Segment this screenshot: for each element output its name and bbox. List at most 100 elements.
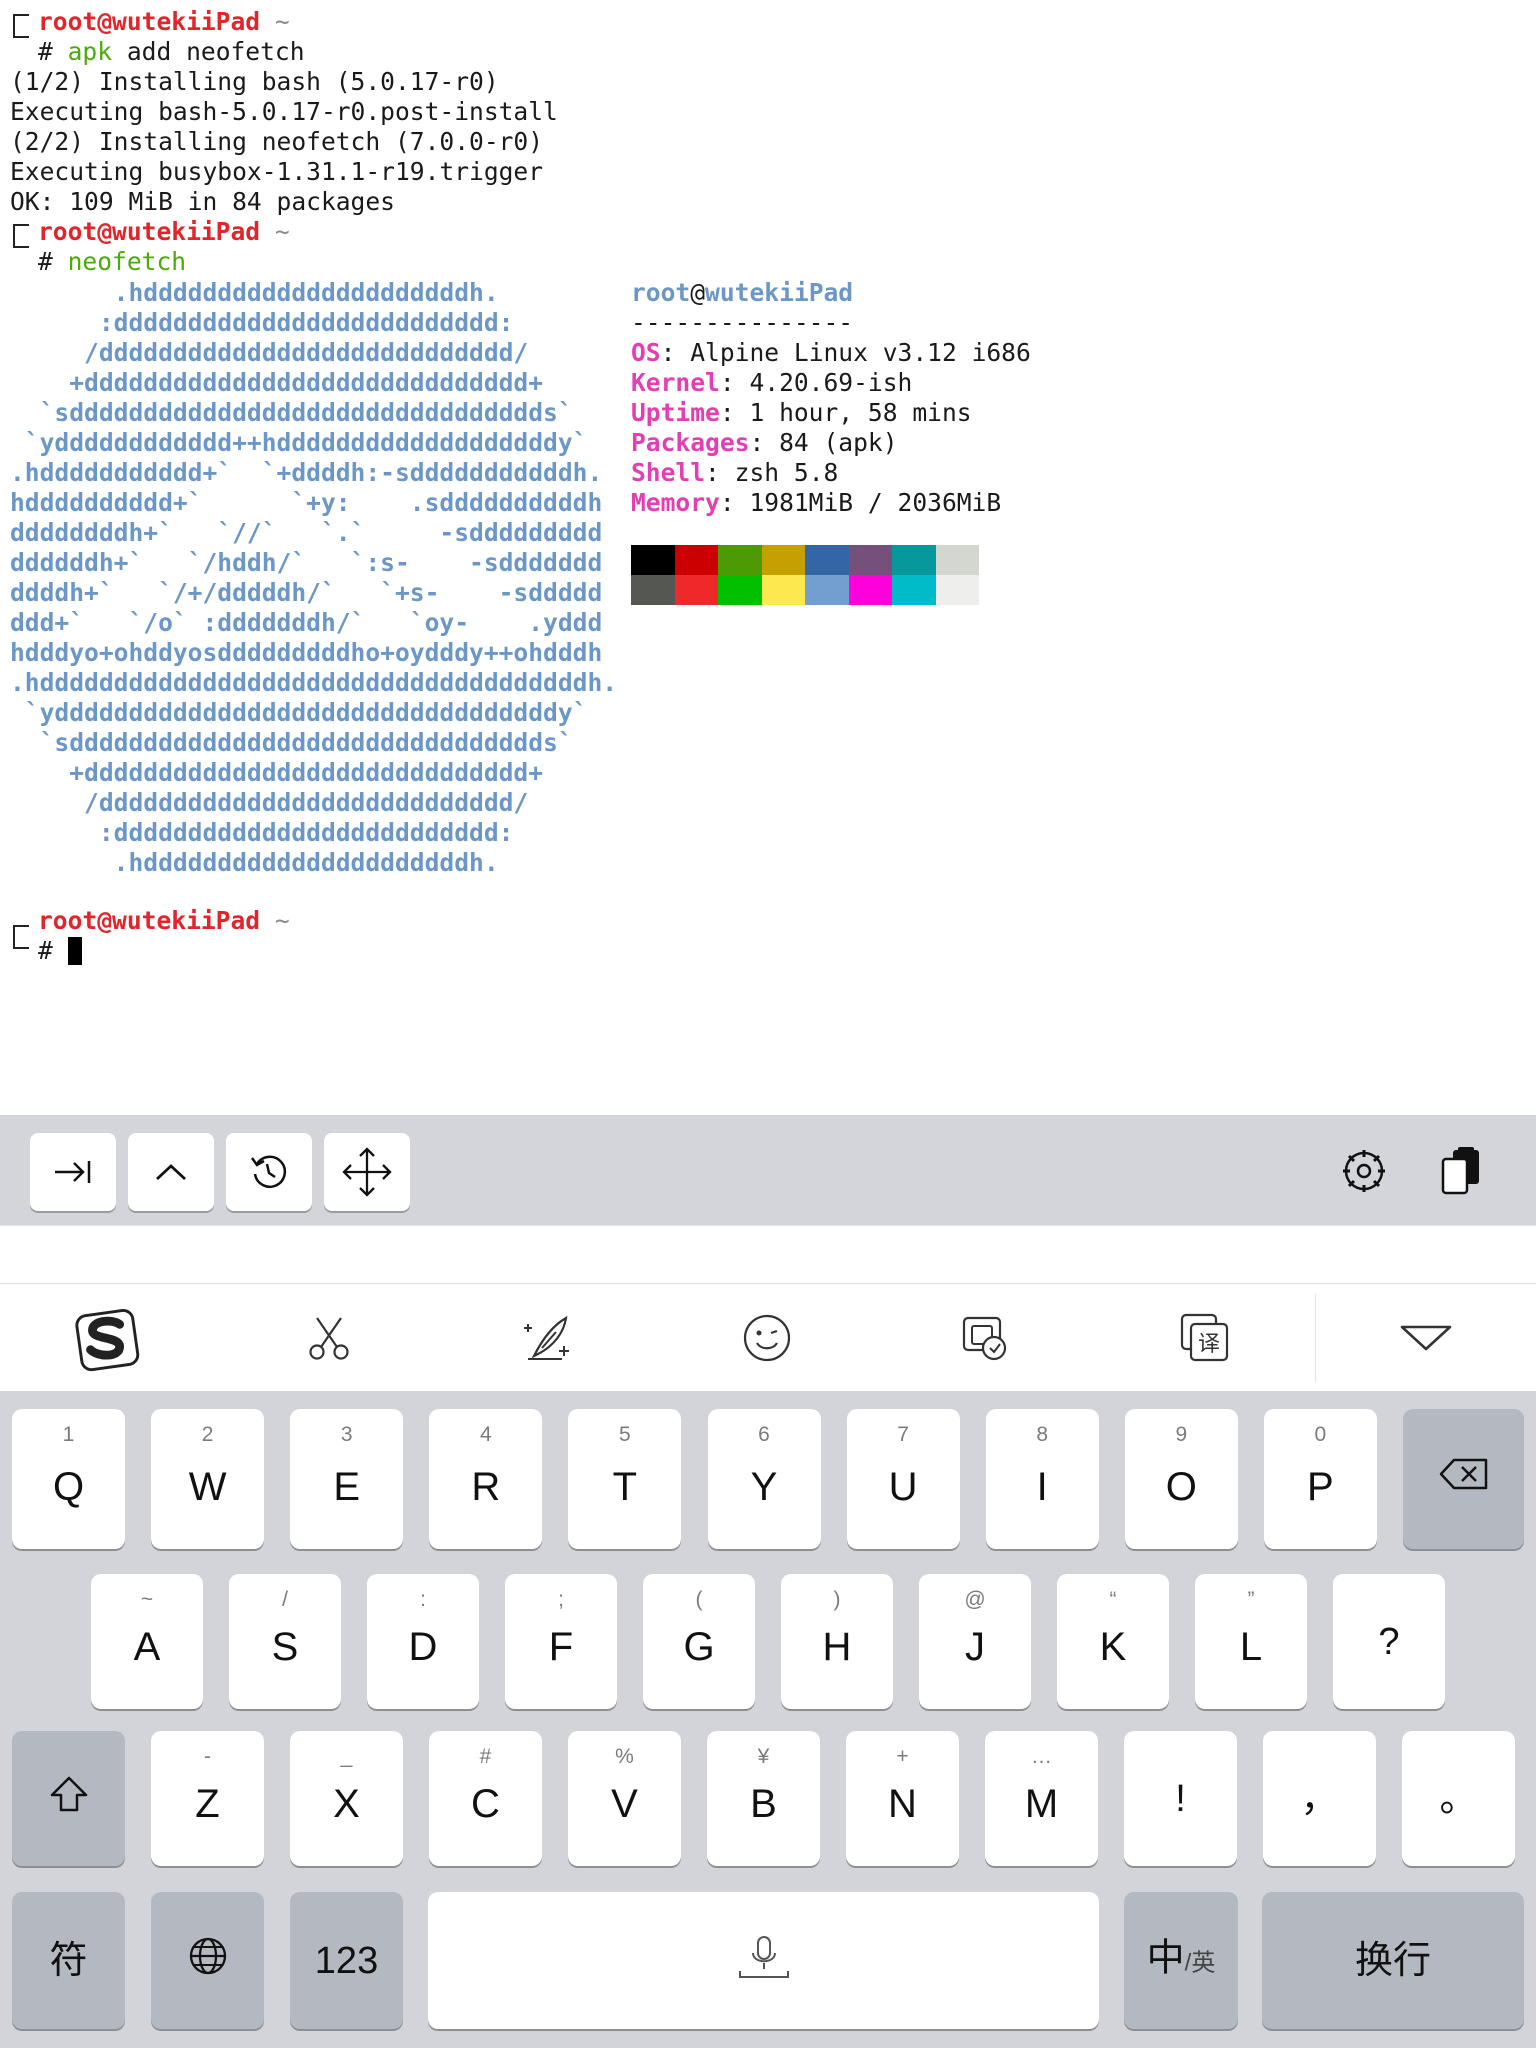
key-label: ， xyxy=(1300,1777,1339,1820)
history-button[interactable] xyxy=(226,1133,312,1211)
prompt-dir: ~ xyxy=(274,7,290,36)
tab-key-button[interactable] xyxy=(30,1133,116,1211)
key-row1-9[interactable]: 0P xyxy=(1263,1409,1377,1549)
key-row3-0[interactable]: -Z xyxy=(151,1731,264,1866)
key-row2-9[interactable]: ? xyxy=(1333,1574,1445,1709)
symbols-key[interactable]: 符 xyxy=(12,1892,125,2029)
lang-sub: /英 xyxy=(1184,1949,1216,1976)
key-row1-4[interactable]: 5T xyxy=(568,1409,682,1549)
screenshot-button[interactable] xyxy=(951,1306,1021,1370)
key-row3-2[interactable]: # C xyxy=(429,1731,542,1866)
key-row1-7[interactable]: 8I xyxy=(985,1409,1099,1549)
terminal-output[interactable]: root@wutekiiPad ~ # apk add neofetch (1/… xyxy=(0,0,1536,1115)
cut-button[interactable] xyxy=(294,1306,364,1370)
translate-button[interactable]: 译 xyxy=(1170,1306,1240,1370)
key-row3-4[interactable]: ¥ B xyxy=(707,1731,820,1866)
key-row2-3[interactable]: ; F xyxy=(505,1574,617,1709)
key-label: B xyxy=(750,1782,777,1826)
key-row3-5[interactable]: + N xyxy=(846,1731,959,1866)
space-key[interactable] xyxy=(428,1892,1099,2029)
output-line: Executing busybox-1.31.1-r19.trigger xyxy=(10,157,544,186)
key-row2-7[interactable]: “K xyxy=(1057,1574,1169,1709)
key-row2-4[interactable]: (G xyxy=(643,1574,755,1709)
hide-keyboard-button[interactable] xyxy=(1391,1306,1461,1370)
key-label: D xyxy=(408,1625,438,1669)
ctrl-key-button[interactable] xyxy=(128,1133,214,1211)
info-value: : 4.20.69-ish xyxy=(719,368,913,397)
numbers-key[interactable]: 123 xyxy=(290,1892,403,2029)
key-row3-3[interactable]: % V xyxy=(568,1731,681,1866)
history-icon xyxy=(250,1155,287,1188)
sogou-logo-button[interactable] xyxy=(73,1306,143,1372)
key-label: R xyxy=(471,1465,501,1509)
key-row1-0[interactable]: 1Q xyxy=(12,1409,125,1549)
key-row1-2[interactable]: 3E xyxy=(290,1409,404,1549)
key-label: J xyxy=(965,1625,985,1669)
settings-button[interactable] xyxy=(1336,1143,1392,1199)
key-label: K xyxy=(1099,1625,1127,1669)
info-value: : zsh 5.8 xyxy=(705,458,839,487)
emoji-button[interactable] xyxy=(732,1306,802,1370)
key-row3-7[interactable]: ! xyxy=(1124,1731,1237,1866)
info-key: Memory xyxy=(631,488,720,517)
return-label: 换行 xyxy=(1354,1939,1431,1982)
screenshot-icon xyxy=(962,1316,1007,1361)
key-hint: 0 xyxy=(1314,1423,1327,1446)
key-hint: @ xyxy=(964,1588,986,1611)
palette-swatch xyxy=(718,545,762,575)
info-os: OS: Alpine Linux v3.12 i686 xyxy=(631,338,1031,368)
info-title: root@wutekiiPad xyxy=(631,278,1031,308)
move-arrows-icon xyxy=(342,1147,392,1197)
key-row2-2[interactable]: :D xyxy=(367,1574,479,1709)
key-hint: “ xyxy=(1109,1588,1117,1611)
key-row3-6[interactable]: … M xyxy=(985,1731,1098,1866)
key-row1-3[interactable]: 4R xyxy=(429,1409,543,1549)
return-key[interactable]: 换行 xyxy=(1262,1892,1524,2029)
palette-swatch xyxy=(761,545,805,575)
key-row2-8[interactable]: ” L xyxy=(1195,1574,1307,1709)
key-row1-1[interactable]: 2W xyxy=(151,1409,265,1549)
divider xyxy=(1315,1294,1316,1382)
palette-swatch xyxy=(761,575,805,605)
key-label: T xyxy=(612,1465,638,1509)
key-label: ! xyxy=(1175,1777,1186,1820)
palette-swatch xyxy=(718,575,762,605)
key-row3-8[interactable]: ， xyxy=(1263,1731,1376,1866)
key-row3-1[interactable]: _ X xyxy=(290,1731,403,1866)
palette-swatch xyxy=(674,575,718,605)
key-row1-6[interactable]: 7U xyxy=(846,1409,960,1549)
key-hint: 4 xyxy=(479,1423,492,1446)
key-hint: … xyxy=(1031,1745,1052,1768)
arrow-keys-button[interactable] xyxy=(324,1133,410,1211)
prompt-bracket xyxy=(13,925,29,949)
language-switch-key[interactable]: 中/英 xyxy=(1124,1892,1238,2029)
key-hint: 3 xyxy=(340,1423,353,1446)
output-line: Executing bash-5.0.17-r0.post-install xyxy=(10,97,558,126)
handwriting-button[interactable] xyxy=(513,1306,583,1370)
output-line: OK: 109 MiB in 84 packages xyxy=(10,187,395,216)
key-hint: ¥ xyxy=(757,1745,770,1768)
palette-swatch xyxy=(935,545,979,575)
backspace-key[interactable] xyxy=(1403,1409,1524,1549)
terminal-toolbar xyxy=(0,1115,1536,1225)
globe-key[interactable] xyxy=(151,1892,264,2029)
key-hint: 1 xyxy=(62,1423,75,1446)
backspace-icon xyxy=(1403,1457,1524,1501)
prompt-user: root@wutekiiPad xyxy=(38,906,261,935)
language-switch-label: 中/英 xyxy=(1124,1936,1238,1985)
shift-key[interactable] xyxy=(12,1731,125,1866)
key-row2-5[interactable]: ) H xyxy=(781,1574,893,1709)
key-row3-9[interactable]: 。 xyxy=(1402,1731,1515,1866)
key-row2-1[interactable]: / S xyxy=(229,1574,341,1709)
palette-swatch xyxy=(631,545,675,575)
key-row1-8[interactable]: 9O xyxy=(1124,1409,1238,1549)
key-hint: % xyxy=(615,1745,634,1768)
key-row2-0[interactable]: ~ A xyxy=(91,1574,203,1709)
paste-button[interactable] xyxy=(1434,1143,1490,1199)
key-row1-5[interactable]: 6Y xyxy=(707,1409,821,1549)
info-key: Shell xyxy=(631,458,706,487)
key-label: 。 xyxy=(1439,1777,1478,1820)
key-label: V xyxy=(611,1782,638,1826)
key-row2-6[interactable]: @ J xyxy=(919,1574,1031,1709)
command-name: apk xyxy=(67,37,113,66)
